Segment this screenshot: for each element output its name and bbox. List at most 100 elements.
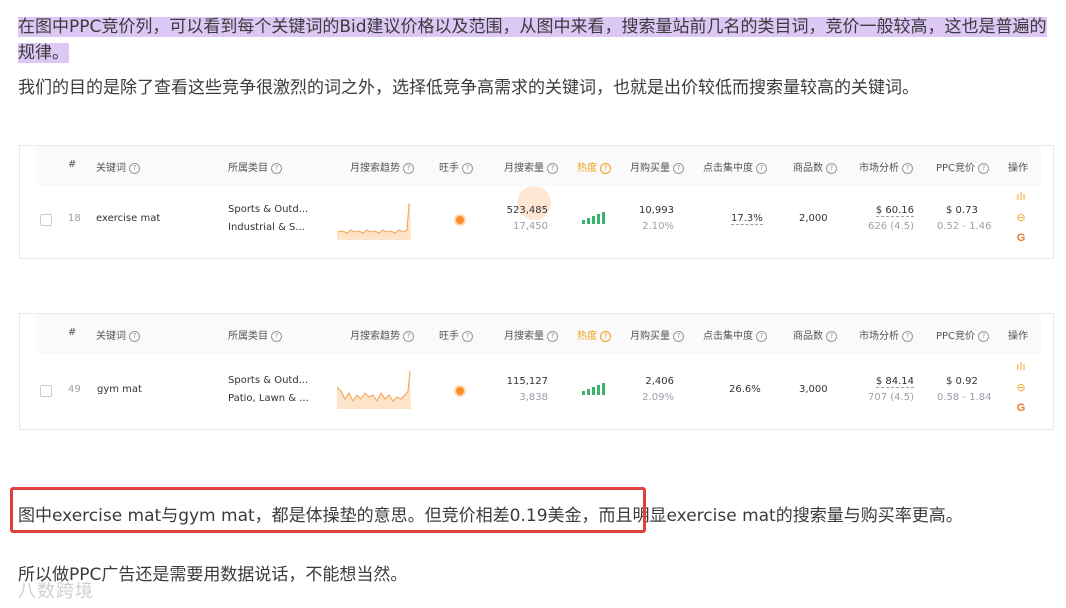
keyword-text[interactable]: gym mat bbox=[97, 384, 142, 395]
click-concentration[interactable]: 26.6% bbox=[729, 384, 761, 395]
header-trend: 月搜索趋势? bbox=[350, 159, 414, 174]
more-circle-icon[interactable]: ⊖ bbox=[1014, 211, 1028, 232]
header-category: 所属类目? bbox=[228, 327, 282, 342]
header-trend: 月搜索趋势? bbox=[350, 327, 414, 342]
question-circle-icon[interactable]: ? bbox=[826, 330, 837, 342]
wangshou-indicator-icon bbox=[456, 387, 464, 395]
header-ppc: PPC竞价? bbox=[936, 159, 990, 174]
row-checkbox[interactable] bbox=[40, 214, 52, 226]
google-icon[interactable]: G bbox=[1014, 402, 1028, 423]
question-circle-icon[interactable]: ? bbox=[756, 330, 767, 342]
question-circle-icon[interactable]: ? bbox=[600, 162, 611, 174]
paragraph-ppc-column: 在图中PPC竞价列，可以看到每个关键词的Bid建议价格以及范围，从图中来看，搜索… bbox=[18, 14, 1048, 66]
bar-chart-icon[interactable]: ılı bbox=[1014, 360, 1028, 381]
paragraph-goal: 我们的目的是除了查看这些竞争很激烈的词之外，选择低竞争高需求的关键词，也就是出价… bbox=[18, 78, 919, 98]
question-circle-icon[interactable]: ? bbox=[547, 162, 558, 174]
header-index: # bbox=[68, 159, 77, 170]
heat-bars-icon bbox=[582, 212, 606, 224]
bar-chart-icon[interactable]: ılı bbox=[1014, 190, 1028, 211]
header-keyword: 关键词? bbox=[96, 327, 140, 342]
question-circle-icon[interactable]: ? bbox=[673, 330, 684, 342]
category-secondary: Industrial & S... bbox=[228, 222, 305, 233]
red-highlight-box bbox=[10, 487, 646, 533]
category-primary: Sports & Outd... bbox=[228, 204, 309, 215]
purchase-rate: 2.09% bbox=[642, 392, 674, 403]
question-circle-icon[interactable]: ? bbox=[902, 330, 913, 342]
row-index: 49 bbox=[68, 384, 81, 395]
product-count: 3,000 bbox=[799, 384, 828, 395]
header-wangshou: 旺手? bbox=[439, 327, 473, 342]
google-icon[interactable]: G bbox=[1014, 232, 1028, 253]
purchase-rate: 2.10% bbox=[642, 221, 674, 232]
header-market: 市场分析? bbox=[859, 159, 913, 174]
question-circle-icon[interactable]: ? bbox=[271, 162, 282, 174]
rest-text: 而且明显exercise mat的搜索量与购买率更高。 bbox=[598, 506, 963, 526]
search-volume: 115,127 bbox=[506, 376, 548, 387]
question-circle-icon[interactable]: ? bbox=[978, 330, 990, 342]
question-circle-icon[interactable]: ? bbox=[826, 162, 837, 174]
row-ops: ılı ⊖ G bbox=[1014, 360, 1028, 423]
question-circle-icon[interactable]: ? bbox=[271, 330, 282, 342]
question-circle-icon[interactable]: ? bbox=[547, 330, 558, 342]
keyword-table-exercise-mat: # 关键词? 所属类目? 月搜索趋势? 旺手? 月搜索量? 热度? 月购买量? … bbox=[19, 145, 1054, 259]
search-volume: 523,485 bbox=[506, 205, 548, 216]
question-circle-icon[interactable]: ? bbox=[600, 330, 611, 342]
header-heat: 热度? bbox=[577, 159, 611, 174]
header-ops: 操作 bbox=[1008, 331, 1028, 342]
header-purchase: 月购买量? bbox=[630, 327, 684, 342]
row-checkbox[interactable] bbox=[40, 385, 52, 397]
search-volume-daily: 17,450 bbox=[513, 221, 548, 232]
search-trend-sparkline[interactable] bbox=[337, 202, 411, 240]
purchase-count: 10,993 bbox=[639, 205, 674, 216]
question-circle-icon[interactable]: ? bbox=[673, 162, 684, 174]
keyword-text[interactable]: exercise mat bbox=[96, 213, 160, 224]
question-circle-icon[interactable]: ? bbox=[403, 162, 414, 174]
question-circle-icon[interactable]: ? bbox=[129, 330, 140, 342]
header-search-volume: 月搜索量? bbox=[504, 159, 558, 174]
category-primary: Sports & Outd... bbox=[228, 375, 309, 386]
header-click-concentration: 点击集中度? bbox=[703, 159, 767, 174]
table-header: # 关键词? 所属类目? 月搜索趋势? 旺手? 月搜索量? 热度? 月购买量? … bbox=[36, 146, 1041, 186]
header-keyword: 关键词? bbox=[96, 159, 140, 174]
question-circle-icon[interactable]: ? bbox=[756, 162, 767, 174]
rating-count: 626 (4.5) bbox=[868, 221, 914, 232]
header-wangshou: 旺手? bbox=[439, 159, 473, 174]
keyword-table-gym-mat: # 关键词? 所属类目? 月搜索趋势? 旺手? 月搜索量? 热度? 月购买量? … bbox=[19, 313, 1054, 430]
header-market: 市场分析? bbox=[859, 327, 913, 342]
rating-count: 707 (4.5) bbox=[868, 392, 914, 403]
header-purchase: 月购买量? bbox=[630, 159, 684, 174]
ppc-bid: $ 0.92 bbox=[946, 376, 978, 387]
question-circle-icon[interactable]: ? bbox=[902, 162, 913, 174]
wangshou-indicator-icon bbox=[456, 216, 464, 224]
ppc-bid: $ 0.73 bbox=[946, 205, 978, 216]
heat-bars-icon bbox=[582, 383, 606, 395]
question-circle-icon[interactable]: ? bbox=[462, 330, 473, 342]
header-ppc: PPC竞价? bbox=[936, 327, 990, 342]
category-secondary: Patio, Lawn & ... bbox=[228, 393, 309, 404]
watermark-logo: 八数跨境 bbox=[18, 581, 94, 602]
search-volume-daily: 3,838 bbox=[519, 392, 548, 403]
header-heat: 热度? bbox=[577, 327, 611, 342]
avg-price[interactable]: $ 84.14 bbox=[854, 376, 914, 388]
question-circle-icon[interactable]: ? bbox=[978, 162, 990, 174]
header-ops: 操作 bbox=[1008, 163, 1028, 174]
avg-price[interactable]: $ 60.16 bbox=[854, 205, 914, 217]
header-click-concentration: 点击集中度? bbox=[703, 327, 767, 342]
ppc-range: 0.52 - 1.46 bbox=[937, 221, 992, 232]
question-circle-icon[interactable]: ? bbox=[403, 330, 414, 342]
question-circle-icon[interactable]: ? bbox=[462, 162, 473, 174]
table-header: # 关键词? 所属类目? 月搜索趋势? 旺手? 月搜索量? 热度? 月购买量? … bbox=[36, 314, 1041, 354]
click-concentration[interactable]: 17.3% bbox=[731, 213, 763, 225]
row-ops: ılı ⊖ G bbox=[1014, 190, 1028, 253]
header-product-count: 商品数? bbox=[793, 327, 837, 342]
purchase-count: 2,406 bbox=[645, 376, 674, 387]
highlighted-text: 在图中PPC竞价列，可以看到每个关键词的Bid建议价格以及范围，从图中来看，搜索… bbox=[18, 17, 1047, 63]
header-category: 所属类目? bbox=[228, 159, 282, 174]
ppc-range: 0.58 - 1.84 bbox=[937, 392, 992, 403]
header-index: # bbox=[68, 327, 77, 338]
product-count: 2,000 bbox=[799, 213, 828, 224]
question-circle-icon[interactable]: ? bbox=[129, 162, 140, 174]
more-circle-icon[interactable]: ⊖ bbox=[1014, 381, 1028, 402]
header-product-count: 商品数? bbox=[793, 159, 837, 174]
search-trend-sparkline[interactable] bbox=[337, 371, 411, 409]
